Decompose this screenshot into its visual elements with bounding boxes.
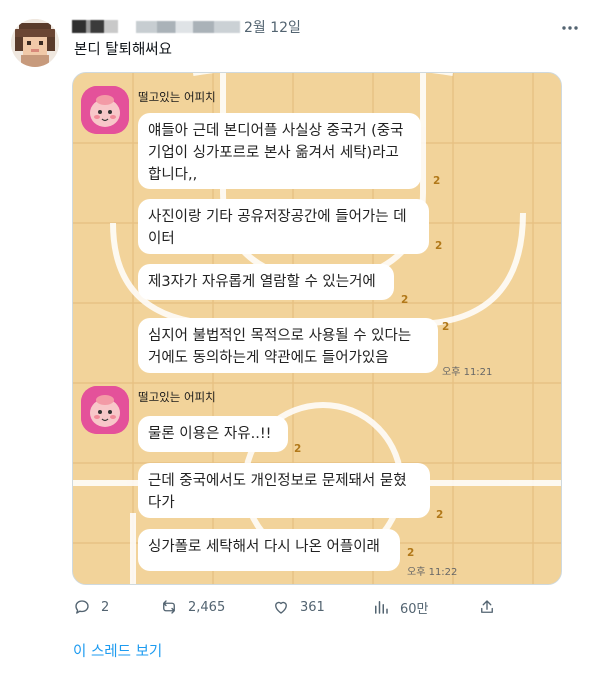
retweet-count: 2,465 (188, 599, 226, 615)
sender-avatar[interactable] (81, 86, 129, 134)
chat-bubble: 근데 중국에서도 개인정보로 문제돼서 묻혔 다가 (138, 463, 430, 518)
avatar[interactable] (11, 19, 59, 67)
unread-count: 2 (407, 547, 415, 559)
views-button[interactable]: 60만 (372, 596, 429, 618)
chat-bubble: 심지어 불법적인 목적으로 사용될 수 있다는 거에도 동의하는게 약관에도 들… (138, 318, 438, 373)
chat-bubble: 싱가폴로 세탁해서 다시 나온 어플이래 (138, 529, 400, 571)
share-button[interactable] (478, 596, 506, 618)
more-options-button[interactable] (556, 14, 584, 42)
author-handle-blurred[interactable] (136, 21, 240, 33)
message-time: 오후 11:21 (442, 367, 493, 378)
more-icon (562, 26, 578, 30)
view-count: 60만 (400, 601, 429, 617)
tweet[interactable]: 2월 12일 본디 탈퇴해써요 떨고있는 어피치 얘들아 근데 본디어플 사실상… (0, 0, 598, 682)
sender-name: 떨고있는 어피치 (138, 90, 216, 104)
retweet-icon (163, 600, 175, 614)
unread-count: 2 (442, 321, 450, 333)
sender-name: 떨고있는 어피치 (138, 390, 216, 404)
author-name-blurred[interactable] (72, 20, 118, 33)
retweet-button[interactable]: 2,465 (160, 596, 225, 618)
like-button[interactable]: 361 (272, 596, 325, 618)
reply-button[interactable]: 2 (73, 596, 109, 618)
unread-count: 2 (294, 443, 302, 455)
like-icon (275, 601, 287, 614)
apeach-icon (81, 86, 129, 134)
tweet-text: 본디 탈퇴해써요 (74, 42, 172, 58)
tweet-actions-bar: 2 2,465 361 60만 (0, 596, 598, 618)
tweet-date[interactable]: 2월 12일 (244, 17, 301, 37)
message-time: 오후 11:22 (407, 567, 458, 578)
like-count: 361 (300, 599, 325, 615)
unread-count: 2 (436, 509, 444, 521)
chat-bubble: 물론 이용은 자유..!! (138, 416, 288, 452)
chat-bubble: 제3자가 자유롭게 열람할 수 있는거에 (138, 264, 394, 300)
tweet-media-image[interactable]: 떨고있는 어피치 얘들아 근데 본디어플 사실상 중국거 (중국 기업이 싱가포… (72, 72, 562, 585)
unread-count: 2 (435, 240, 443, 252)
sender-avatar[interactable] (81, 386, 129, 434)
chat-bubble: 얘들아 근데 본디어플 사실상 중국거 (중국 기업이 싱가포르로 본사 옮겨서… (138, 113, 421, 189)
show-thread-link[interactable]: 이 스레드 보기 (73, 640, 162, 661)
reply-count: 2 (101, 599, 110, 615)
share-icon (481, 600, 493, 613)
chat-bubble: 사진이랑 기타 공유저장공간에 들어가는 데 이터 (138, 199, 429, 254)
reply-icon (75, 600, 89, 614)
unread-count: 2 (401, 294, 409, 306)
apeach-icon (81, 386, 129, 434)
unread-count: 2 (433, 175, 441, 187)
views-icon (375, 601, 388, 614)
